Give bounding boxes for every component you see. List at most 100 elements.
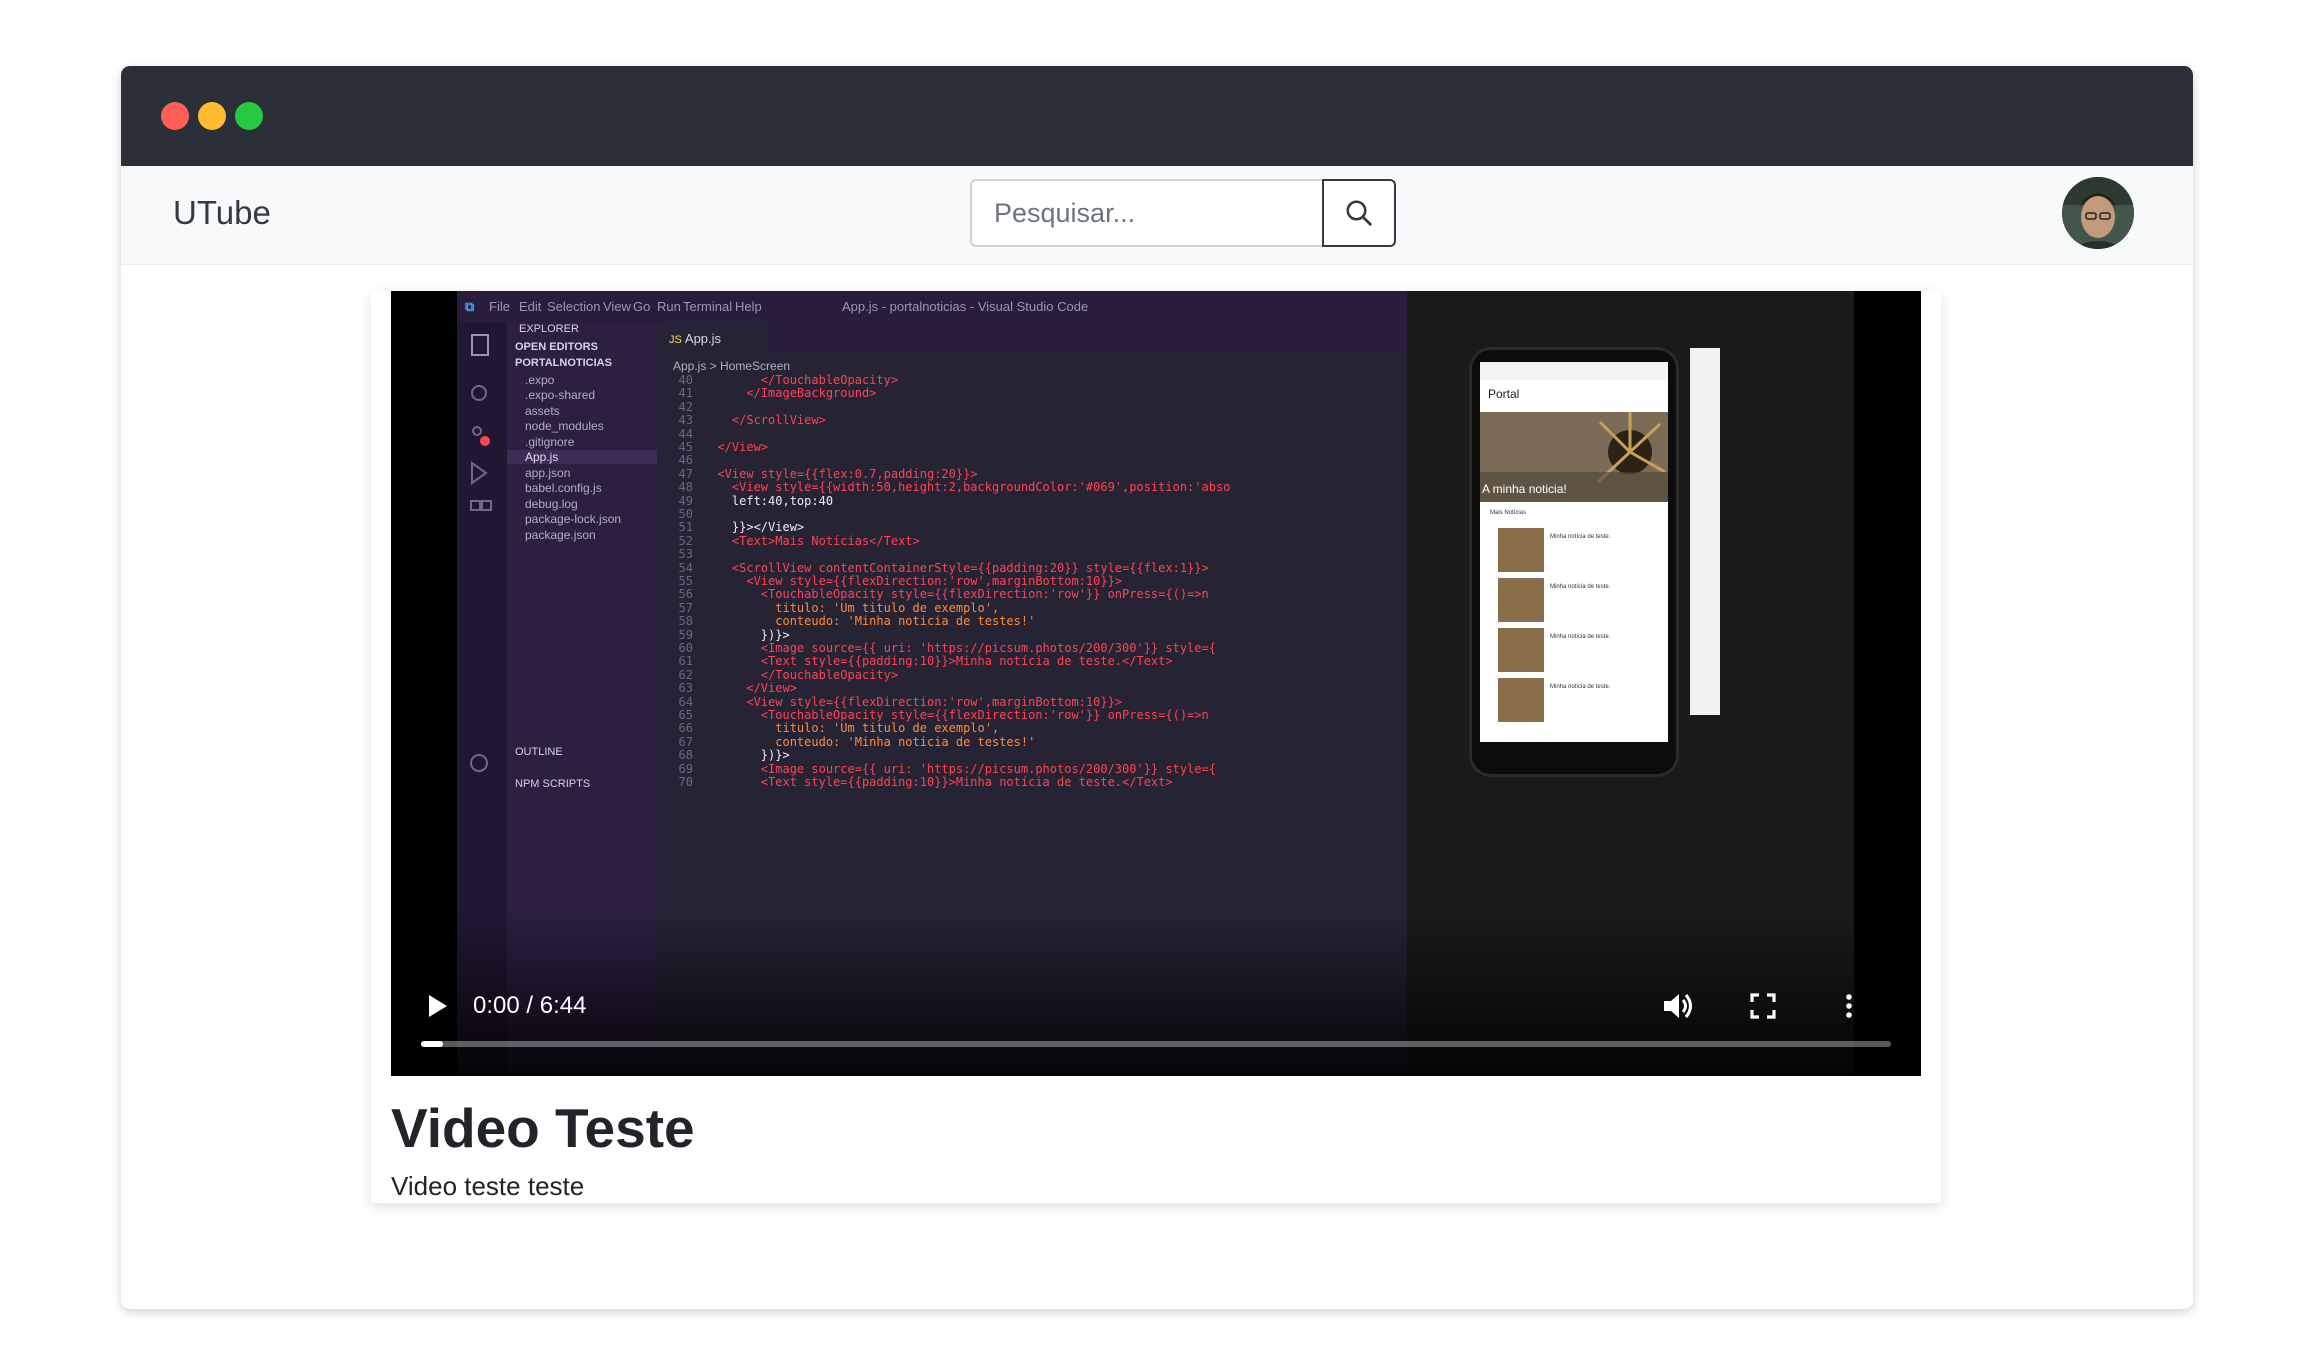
vscode-menu-item: Go bbox=[633, 299, 651, 314]
code-line-number: 50 bbox=[678, 507, 693, 521]
code-line: <Image source={{ uri: 'https://picsum.ph… bbox=[703, 641, 1216, 655]
browser-window: UTube Pesquisar... ⧉ File Edit Selection… bbox=[121, 66, 2193, 1309]
close-window-button[interactable] bbox=[161, 102, 189, 130]
code-line-number: 60 bbox=[678, 641, 693, 655]
npm-scripts-label: NPM SCRIPTS bbox=[515, 778, 591, 790]
code-line-number: 61 bbox=[678, 654, 693, 669]
code-line-number: 51 bbox=[678, 520, 693, 535]
project-label: PORTALNOTICIAS bbox=[515, 357, 612, 369]
code-line-number: 53 bbox=[678, 547, 693, 562]
maximize-window-button[interactable] bbox=[235, 102, 263, 130]
explorer-file: node_modules bbox=[525, 419, 604, 433]
explorer-file: app.json bbox=[525, 466, 571, 480]
code-line-number: 48 bbox=[678, 480, 693, 495]
fullscreen-icon bbox=[1750, 993, 1776, 1019]
more-vertical-icon bbox=[1846, 994, 1852, 1018]
play-icon bbox=[429, 995, 447, 1017]
fullscreen-button[interactable] bbox=[1749, 992, 1777, 1025]
phone-news-item: Minha notícia de teste. bbox=[1550, 584, 1611, 590]
editor-breadcrumb: App.js > HomeScreen bbox=[673, 359, 791, 373]
explorer-file: App.js bbox=[507, 450, 657, 464]
phone-header: Portal bbox=[1488, 387, 1520, 401]
outline-label: OUTLINE bbox=[515, 746, 563, 758]
code-line-number: 40 bbox=[678, 373, 693, 387]
code-line-number: 59 bbox=[678, 627, 693, 642]
minimize-window-button[interactable] bbox=[198, 102, 226, 130]
code-line-number: 54 bbox=[678, 560, 693, 575]
code-line-number: 49 bbox=[678, 493, 693, 508]
code-line: <Text>Mais Notícias</Text> bbox=[703, 533, 920, 548]
code-line-number: 65 bbox=[678, 708, 693, 722]
code-line: <Text style={{padding:10}}>Minha notícia… bbox=[703, 654, 1173, 669]
search-input[interactable] bbox=[970, 179, 1322, 247]
search-icon bbox=[1346, 200, 1372, 226]
window-titlebar bbox=[121, 66, 2193, 166]
code-line: </View> bbox=[703, 440, 769, 454]
code-line: </ImageBackground> bbox=[703, 386, 877, 401]
code-line-number: 57 bbox=[678, 600, 693, 615]
editor-tab-label: App.js bbox=[684, 331, 722, 346]
explorer-file: .expo bbox=[525, 373, 555, 387]
code-line-number: 44 bbox=[678, 426, 693, 441]
code-line: <Image source={{ uri: 'https://picsum.ph… bbox=[703, 761, 1216, 776]
phone-news-item: Minha notícia de teste. bbox=[1550, 684, 1611, 690]
progress-fill bbox=[421, 1041, 444, 1047]
more-options-button[interactable] bbox=[1843, 992, 1855, 1025]
vscode-menu-item: File bbox=[489, 299, 510, 314]
vscode-menu-item: Help bbox=[735, 299, 762, 314]
phone-news-list: Minha notícia de teste. Minha notícia de… bbox=[1480, 520, 1668, 730]
code-line: </TouchableOpacity> bbox=[703, 667, 899, 682]
code-line-number: 64 bbox=[678, 694, 693, 709]
code-line-number: 63 bbox=[678, 681, 693, 696]
code-line: <View style={{width:50,height:2,backgrou… bbox=[703, 480, 1231, 495]
vscode-titlebar: ⧉ File Edit Selection View Go Run Termin… bbox=[457, 291, 1407, 323]
code-line-number: 62 bbox=[678, 667, 693, 682]
video-player[interactable]: ⧉ File Edit Selection View Go Run Termin… bbox=[391, 291, 1921, 1076]
editor-tab: JS App.js bbox=[657, 323, 769, 353]
code-line-number: 66 bbox=[678, 721, 693, 736]
avatar[interactable] bbox=[2062, 177, 2134, 249]
code-line: <View style={{flexDirection:'row',margin… bbox=[703, 574, 1123, 588]
code-line: <Text style={{padding:10}}>Minha notícia… bbox=[703, 775, 1173, 789]
code-line-number: 70 bbox=[678, 775, 693, 789]
phone-screen: Portal A minha noticia! Mais Notícias Mi… bbox=[1480, 362, 1668, 742]
explorer-file: package.json bbox=[525, 528, 596, 542]
explorer-file: babel.config.js bbox=[525, 481, 602, 495]
video-title: Video Teste bbox=[391, 1097, 695, 1159]
phone-hero-caption: A minha noticia! bbox=[1482, 482, 1567, 496]
code-line-number: 56 bbox=[678, 587, 693, 602]
navbar: UTube bbox=[121, 166, 2193, 265]
progress-bar[interactable] bbox=[421, 1041, 1891, 1047]
code-line-number: 47 bbox=[678, 466, 693, 481]
code-line-number: 67 bbox=[678, 734, 693, 749]
code-line: })}> bbox=[703, 748, 790, 763]
explorer-file: assets bbox=[525, 404, 560, 418]
search-button[interactable] bbox=[1322, 179, 1396, 247]
code-line: </ScrollView> bbox=[703, 413, 826, 428]
vscode-menu-item: Run bbox=[657, 299, 681, 314]
code-line: <View style={{flex:0.7,padding:20}}> bbox=[703, 466, 978, 481]
code-line-number: 52 bbox=[678, 533, 693, 548]
code-line: titulo: 'Um titulo de exemplo', bbox=[703, 721, 1000, 736]
time-display: 0:00 / 6:44 bbox=[473, 992, 587, 1019]
brand-link[interactable]: UTube bbox=[173, 194, 271, 232]
android-emulator: Portal A minha noticia! Mais Notícias Mi… bbox=[1469, 347, 1679, 777]
open-editors-label: OPEN EDITORS bbox=[515, 341, 598, 353]
code-line-number: 42 bbox=[678, 399, 693, 414]
code-line: </View> bbox=[703, 681, 797, 696]
code-line: <TouchableOpacity style={{flexDirection:… bbox=[703, 587, 1209, 602]
code-line-number: 55 bbox=[678, 574, 693, 588]
code-line-number: 68 bbox=[678, 748, 693, 763]
code-line-number: 41 bbox=[678, 386, 693, 401]
explorer-file: package-lock.json bbox=[525, 512, 622, 526]
vscode-menu-item: Edit bbox=[519, 299, 542, 314]
phone-news-item: Minha notícia de teste. bbox=[1550, 634, 1611, 640]
code-line-number: 69 bbox=[678, 761, 693, 776]
volume-button[interactable] bbox=[1661, 990, 1695, 1027]
explorer-file: .gitignore bbox=[525, 435, 575, 449]
vscode-menu-item: Terminal bbox=[683, 299, 733, 314]
play-button[interactable] bbox=[425, 992, 451, 1025]
explorer-file: debug.log bbox=[525, 497, 578, 511]
code-line: })}> bbox=[703, 627, 790, 642]
code-line: }}></View> bbox=[703, 520, 805, 535]
